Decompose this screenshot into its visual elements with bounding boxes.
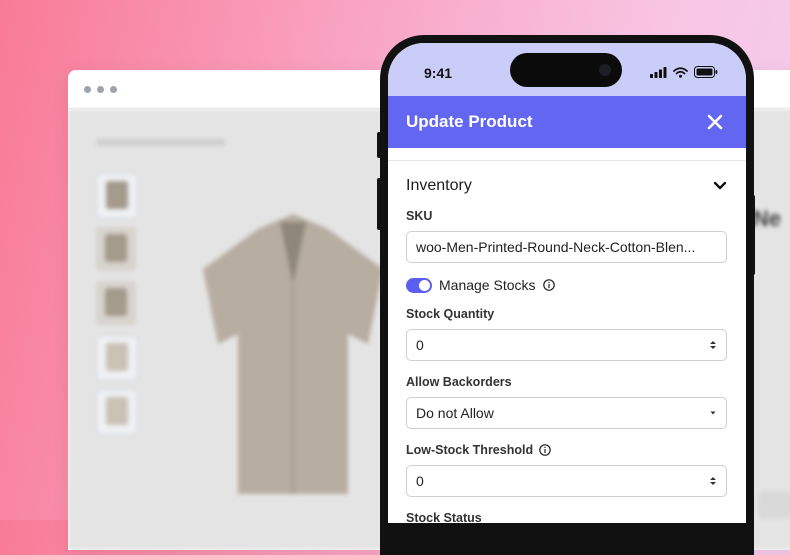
status-bar: 9:41: [388, 43, 746, 96]
stock-status-label: Stock Status: [406, 511, 727, 523]
toggle-knob: [419, 279, 430, 291]
modal-body: Inventory SKU woo-Men-Printed-Round-Neck…: [388, 160, 746, 523]
window-dot: [84, 86, 91, 93]
low-stock-threshold-label-text: Low-Stock Threshold: [406, 443, 534, 457]
product-thumbnail: [96, 281, 136, 325]
allow-backorders-label: Allow Backorders: [406, 375, 727, 389]
dynamic-island: [510, 53, 622, 87]
stock-quantity-value: 0: [416, 337, 424, 353]
window-dot: [97, 86, 104, 93]
low-stock-threshold-value: 0: [416, 473, 424, 489]
product-thumbnail: [96, 389, 138, 435]
modal-title: Update Product: [406, 112, 533, 131]
product-thumbnail: [96, 173, 138, 219]
manage-stocks-row: Manage Stocks: [406, 277, 727, 293]
section-title: Inventory: [406, 177, 472, 194]
sku-label-text: SKU: [406, 209, 433, 223]
window-dot: [110, 86, 117, 93]
inventory-section-header[interactable]: Inventory: [406, 177, 727, 195]
stock-quantity-label: Stock Quantity: [406, 307, 727, 321]
low-stock-threshold-input[interactable]: 0: [406, 465, 727, 497]
product-image-shirt: [203, 214, 383, 494]
status-time: 9:41: [424, 65, 453, 81]
low-stock-threshold-label: Low-Stock Threshold: [406, 443, 727, 457]
camera-icon: [599, 64, 611, 76]
stock-quantity-input[interactable]: 0: [406, 329, 727, 361]
stepper-icon[interactable]: [709, 475, 717, 487]
dropdown-caret-icon[interactable]: [709, 410, 717, 416]
info-icon[interactable]: [542, 279, 555, 291]
phone-screen: 9:41 Update Product Inventory SKU woo-Me…: [388, 43, 746, 523]
manage-stocks-label: Manage Stocks: [439, 277, 536, 293]
phone-side-button: [751, 195, 755, 275]
allow-backorders-value: Do not Allow: [416, 405, 494, 421]
sku-value: woo-Men-Printed-Round-Neck-Cotton-Blen..…: [416, 239, 696, 255]
chevron-down-icon[interactable]: [713, 181, 727, 191]
phone-side-button: [377, 178, 381, 230]
phone-side-button: [377, 132, 381, 158]
manage-stocks-toggle[interactable]: [406, 277, 432, 293]
blurred-button: [758, 491, 790, 519]
sku-input[interactable]: woo-Men-Printed-Round-Neck-Cotton-Blen..…: [406, 231, 727, 263]
divider: [388, 160, 746, 161]
status-icons: [650, 66, 718, 78]
product-thumbnail: [96, 335, 138, 381]
stock-quantity-label-text: Stock Quantity: [406, 307, 495, 321]
breadcrumb-placeholder: [96, 139, 226, 146]
allow-backorders-select[interactable]: Do not Allow: [406, 397, 727, 429]
stepper-icon[interactable]: [709, 339, 717, 351]
sku-label: SKU: [406, 209, 727, 223]
blurred-product-title: Ne: [753, 206, 782, 231]
info-icon[interactable]: [539, 444, 551, 456]
allow-backorders-label-text: Allow Backorders: [406, 375, 512, 389]
signal-icon: [650, 66, 667, 78]
stock-status-label-text: Stock Status: [406, 511, 482, 523]
close-icon[interactable]: [706, 113, 724, 131]
modal-header: Update Product: [388, 96, 746, 148]
product-thumbnail: [96, 227, 136, 271]
battery-icon: [694, 66, 718, 78]
wifi-icon: [673, 66, 688, 78]
